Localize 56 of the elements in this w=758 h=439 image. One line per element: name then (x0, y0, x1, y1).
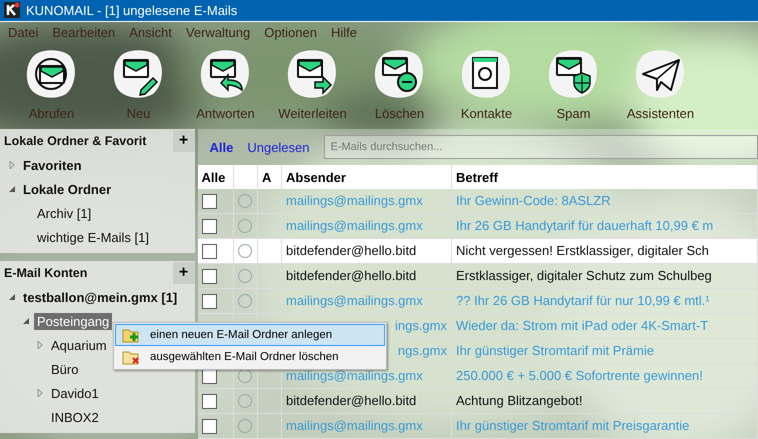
folder-item[interactable]: Lokale Ordner (20, 180, 114, 198)
menu-item[interactable]: Verwaltung (186, 24, 250, 40)
folder-delete-icon (122, 349, 140, 365)
expanded-arrow-icon[interactable] (22, 317, 30, 326)
sender-cell: bitdefender@hello.bitd (286, 268, 416, 284)
toolbar-button[interactable]: Spam (530, 46, 617, 126)
checkbox[interactable] (202, 244, 216, 259)
subject-cell: Erstklassiger, digitaler Schutz zum Schulbeg (456, 268, 712, 284)
subject-cell: Achtung Blitzangebot! (456, 393, 582, 408)
filter-tab[interactable]: Alle (210, 140, 234, 155)
folder-item[interactable]: Favoriten (20, 156, 85, 174)
folder-item[interactable]: Davido1 (48, 384, 102, 402)
expanded-arrow-icon[interactable] (8, 185, 16, 194)
sender-cell: mailings@mailings.gmx (286, 418, 423, 434)
toolbar-button[interactable]: Assistenten (617, 46, 704, 126)
folder-item[interactable]: Posteingang (34, 312, 112, 330)
search-field[interactable]: E-Mails durchsuchen... (324, 135, 758, 160)
folder-item[interactable]: wichtige E-Mails [1] (34, 228, 152, 246)
sender-cell: ngs.gmx (398, 343, 447, 358)
expanded-arrow-icon[interactable] (8, 293, 16, 302)
toolbar-button[interactable]: Weiterleiten (269, 46, 356, 126)
toolbar-button[interactable]: Kontakte (443, 46, 530, 126)
folder-item[interactable]: testballon@mein.gmx [1] (20, 288, 180, 306)
subject-cell: ?? Ihr 26 GB Handytarif für nur 10,99 € mtl.¹ (456, 293, 710, 308)
folder-item[interactable]: Aquarium (48, 336, 110, 354)
sender-cell: mailings@mailings.gmx (286, 218, 423, 234)
sender-cell: ings.gmx (394, 318, 447, 334)
folder-item[interactable]: INBOX2 (48, 408, 102, 426)
subject-cell: Ihr 26 GB Handytarif für dauerhaft 10,99 € m (456, 218, 714, 234)
menu-item[interactable]: einen neuen E-Mail Ordner anlegen (115, 324, 385, 346)
subject-cell: Wieder da: Strom mit iPad oder 4K-Smart-T (456, 318, 708, 334)
subject-cell: Ihr günstiger Stromtarif mit Preisgarantie (456, 418, 690, 434)
sender-cell: mailings@mailings.gmx (286, 193, 423, 208)
column-header[interactable]: Betreff (456, 170, 498, 185)
filter-tab[interactable]: Ungelesen (247, 140, 310, 155)
folder-item[interactable]: Büro (48, 360, 82, 378)
app-logo-icon (4, 2, 20, 18)
subject-cell: 250.000 € + 5.000 € Sofortrente gewinnen! (456, 368, 703, 384)
sender-cell: bitdefender@hello.bitd (286, 243, 416, 258)
panel-title: E-Mail Konten (4, 266, 88, 280)
sender-cell: bitdefender@hello.bitd (286, 393, 416, 408)
subject-cell: Ihr Gewinn-Code: 8ASLZR (456, 193, 611, 208)
subject-cell: Ihr günstiger Stromtarif mit Prämie (456, 343, 654, 358)
window-title: KUNOMAIL - [1] ungelesene E-Mails (26, 2, 238, 18)
sender-cell: mailings@mailings.gmx (286, 368, 423, 384)
toolbar-button[interactable]: Antworten (182, 46, 269, 126)
add-button[interactable]: + (172, 130, 194, 152)
menu-item[interactable]: ausgewählten E-Mail Ordner löschen (115, 346, 385, 368)
add-button[interactable]: + (172, 262, 194, 284)
menu-item[interactable]: Hilfe (330, 24, 357, 40)
sender-cell: mailings@mailings.gmx (286, 293, 423, 308)
folder-item[interactable]: Archiv [1] (34, 204, 94, 222)
panel-title: Lokale Ordner & Favorit (4, 134, 146, 148)
subject-cell: Nicht vergessen! Erstklassiger, digitaler Sch (456, 243, 709, 258)
menu-item[interactable]: Optionen (264, 24, 317, 40)
folder-add-icon (122, 327, 140, 343)
